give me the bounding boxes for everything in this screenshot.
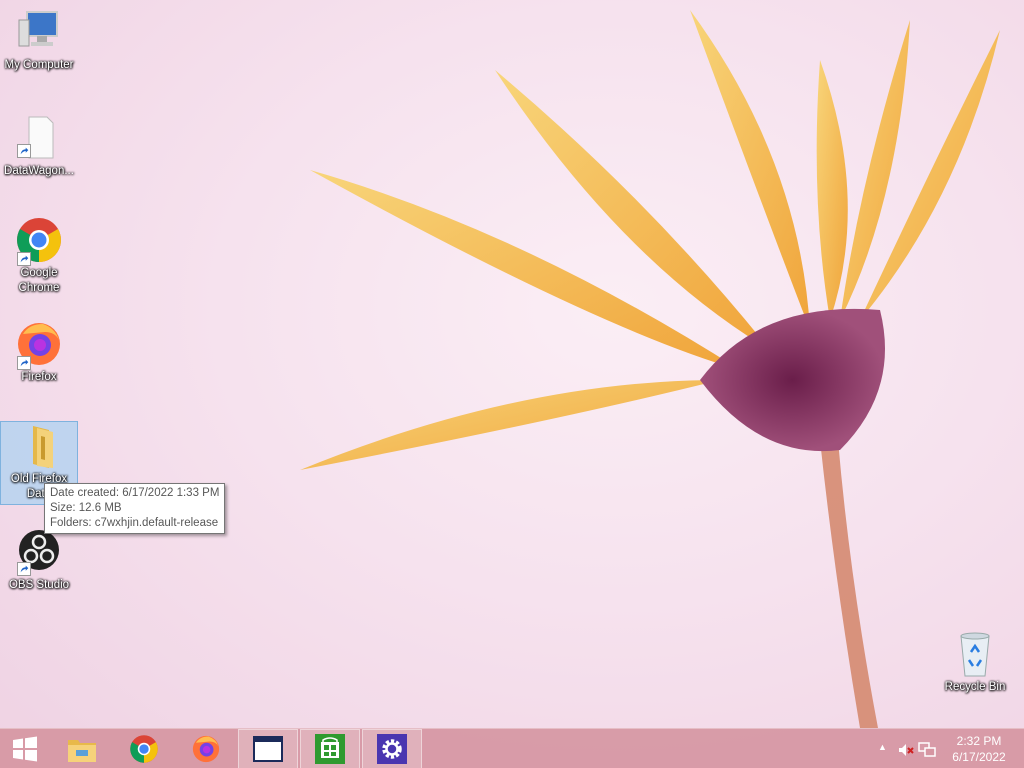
recycle-bin-icon <box>960 632 990 677</box>
settings-gear-icon <box>377 734 407 764</box>
window-icon <box>253 736 283 762</box>
desktop-icon-label: Firefox <box>21 371 57 383</box>
taskbar-store[interactable] <box>300 729 360 768</box>
taskbar-chrome[interactable] <box>114 729 174 768</box>
desktop-wallpaper <box>300 10 1000 728</box>
desktop-icon-firefox[interactable]: Firefox <box>0 320 78 385</box>
tooltip-size: Size: 12.6 MB <box>50 502 122 514</box>
desktop-icon-my-computer[interactable]: My Computer <box>0 8 78 73</box>
firefox-icon <box>15 320 63 370</box>
desktop-icon-label: Recycle Bin <box>944 681 1006 693</box>
start-button[interactable] <box>0 729 50 768</box>
desktop-icon-google-chrome[interactable]: Google Chrome <box>0 216 78 296</box>
desktop-icon-label: OBS Studio <box>8 579 70 591</box>
shortcut-arrow-icon <box>17 562 31 576</box>
store-icon <box>315 734 345 764</box>
taskbar-firefox[interactable] <box>176 729 236 768</box>
file-info-tooltip: Date created: 6/17/2022 1:33 PM Size: 12… <box>44 483 226 534</box>
document-icon <box>15 114 63 162</box>
taskbar: ▲ 2:32 PM 6/17/2022 <box>0 728 1024 768</box>
system-tray: ▲ 2:32 PM 6/17/2022 <box>864 729 1024 768</box>
folder-icon <box>33 426 53 468</box>
firefox-icon <box>192 735 220 763</box>
desktop-icon-label: My Computer <box>4 59 74 71</box>
desktop-icon-label: DataWagon... <box>4 165 74 177</box>
tooltip-date-created: Date created: 6/17/2022 1:33 PM <box>50 487 220 499</box>
desktop-icon-recycle-bin[interactable]: Recycle Bin <box>936 630 1014 695</box>
desktop-icon-datawagon[interactable]: DataWagon... <box>0 114 78 179</box>
shortcut-arrow-icon <box>17 252 31 266</box>
file-explorer-icon <box>68 740 96 762</box>
obs-icon <box>15 528 63 576</box>
shortcut-arrow-icon <box>17 356 31 370</box>
network-icon[interactable] <box>918 742 936 758</box>
taskbar-clock[interactable]: 2:32 PM 6/17/2022 <box>944 733 1014 765</box>
computer-icon <box>18 11 58 47</box>
taskbar-settings[interactable] <box>362 729 422 768</box>
tooltip-folders: Folders: c7wxhjin.default-release <box>50 517 219 529</box>
taskbar-file-explorer[interactable] <box>52 729 112 768</box>
desktop-icon-obs-studio[interactable]: OBS Studio <box>0 528 78 593</box>
chrome-icon <box>130 735 158 763</box>
clock-date: 6/17/2022 <box>952 750 1006 764</box>
desktop-icon-label: Google Chrome <box>18 267 60 294</box>
show-hidden-icons-button[interactable]: ▲ <box>878 742 887 752</box>
clock-time: 2:32 PM <box>956 734 1002 748</box>
windows-start-icon <box>13 736 37 762</box>
shortcut-arrow-icon <box>17 144 31 158</box>
speaker-muted-icon[interactable] <box>898 742 914 758</box>
taskbar-window[interactable] <box>238 729 298 768</box>
chrome-icon <box>15 216 63 266</box>
